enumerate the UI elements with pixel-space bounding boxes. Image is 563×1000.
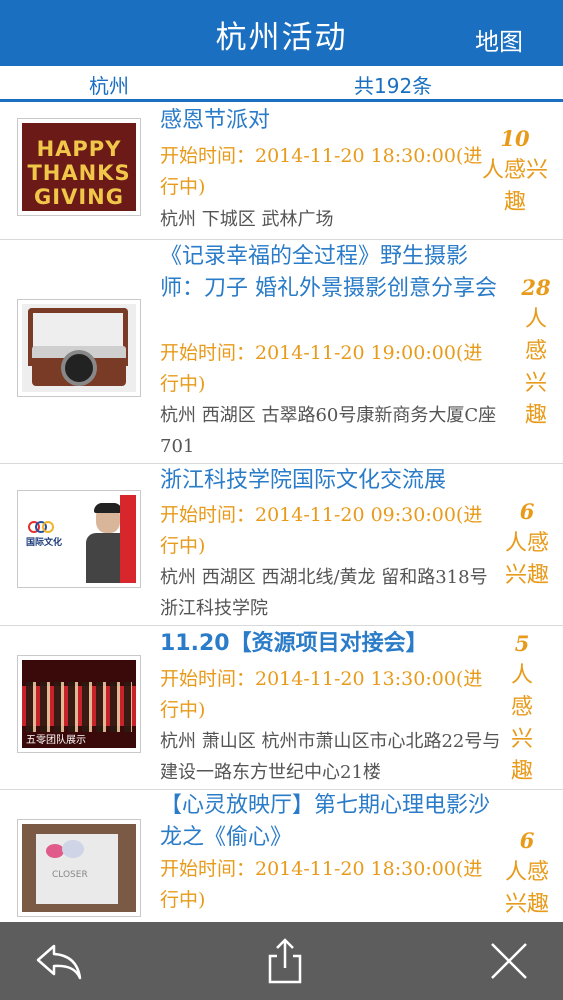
interest-number: 6 [519, 499, 535, 524]
event-thumbnail: CLOSER [17, 819, 141, 917]
interest-label: 人感兴趣 [510, 663, 533, 784]
thumb-caption: CLOSER [52, 870, 88, 880]
interest-number: 10 [500, 126, 530, 151]
list-item[interactable]: HAPPY THANKS GIVING 感恩节派对 开始时间：2014-11-2… [0, 103, 563, 240]
header-bar: 杭州活动 地图 [0, 0, 563, 66]
lens-icon [61, 350, 97, 386]
event-time: 开始时间：2014-11-20 19:00:00(进行中) [160, 342, 483, 395]
event-thumbnail: HAPPY THANKS GIVING [17, 118, 141, 216]
event-title[interactable]: 【心灵放映厅】第七期心理电影沙龙之《偷心》 [160, 790, 505, 854]
interest-count: 5 人感兴趣 [505, 628, 539, 788]
share-icon[interactable] [260, 936, 310, 986]
list-item[interactable]: 五零团队展示 11.20【资源项目对接会】 开始时间：2014-11-20 13… [0, 626, 563, 790]
list-item[interactable]: CLOSER 【心灵放映厅】第七期心理电影沙龙之《偷心》 开始时间：2014-1… [0, 790, 563, 922]
event-time: 开始时间：2014-11-20 18:30:00(进行中) [160, 145, 483, 198]
interest-label: 人感兴趣 [481, 158, 548, 215]
interest-count: 6 人感兴趣 [499, 496, 555, 592]
event-time: 开始时间：2014-11-20 09:30:00(进行中) [160, 504, 483, 557]
thumb-text-line: GIVING [34, 185, 124, 209]
back-arrow-icon[interactable] [34, 936, 84, 986]
thumb-text-line: HAPPY [36, 137, 122, 161]
camera-image [22, 304, 136, 392]
event-thumbnail: 五零团队展示 [17, 655, 141, 753]
list-item[interactable]: 国际文化 浙江科技学院国际文化交流展 开始时间：2014-11-20 09:30… [0, 464, 563, 626]
interest-count: 28 人感兴趣 [519, 272, 553, 432]
list-item[interactable]: 《记录幸福的全过程》野生摄影师：刀子 婚礼外景摄影创意分享会 开始时间：2014… [0, 240, 563, 464]
thanksgiving-image: HAPPY THANKS GIVING [22, 123, 136, 211]
event-title[interactable]: 浙江科技学院国际文化交流展 [160, 465, 505, 497]
stage-image: 五零团队展示 [22, 660, 136, 748]
interest-number: 28 [521, 275, 551, 300]
thumb-caption: 国际文化 [26, 538, 63, 548]
event-thumbnail: 国际文化 [17, 490, 141, 588]
city-selector[interactable]: 杭州 [89, 70, 129, 99]
event-title[interactable]: 11.20【资源项目对接会】 [160, 628, 505, 660]
event-time: 开始时间：2014-11-20 13:30:00(进行中) [160, 668, 483, 721]
thumb-text-line: THANKS [27, 161, 131, 185]
interest-count: 6 人感兴趣 [499, 825, 555, 921]
interest-label: 人感兴趣 [504, 860, 549, 917]
filter-bar: 杭州 共192条 [0, 66, 563, 102]
event-title[interactable]: 感恩节派对 [160, 105, 505, 137]
interest-label: 人感兴趣 [504, 531, 549, 588]
event-list: HAPPY THANKS GIVING 感恩节派对 开始时间：2014-11-2… [0, 103, 563, 922]
event-address: 杭州 西湖区 古翠路60号康新商务大厦C座701 [160, 405, 497, 457]
event-address: 杭州 西湖区 西湖北线/黄龙 留和路318号浙江科技学院 [160, 567, 488, 619]
event-address: 杭州 萧山区 杭州市萧山区市心北路22号与建设一路东方世纪中心21楼 [160, 731, 501, 783]
interest-label: 人感兴趣 [524, 307, 547, 428]
bottom-toolbar [0, 922, 563, 1000]
event-thumbnail [17, 299, 141, 397]
interest-count: 10 人感兴趣 [475, 123, 555, 219]
event-time: 开始时间：2014-11-20 18:30:00(进行中) [160, 858, 483, 911]
result-count: 共192条 [354, 74, 433, 98]
map-button[interactable]: 地图 [475, 22, 523, 57]
close-icon[interactable] [484, 936, 534, 986]
movie-poster-image: CLOSER [22, 824, 136, 912]
portrait-image: 国际文化 [22, 495, 136, 583]
event-address: 杭州 下城区 武林广场 [160, 209, 334, 230]
interest-number: 6 [519, 828, 535, 853]
thumb-caption: 五零团队展示 [26, 735, 86, 746]
interest-number: 5 [514, 631, 530, 656]
event-title[interactable]: 《记录幸福的全过程》野生摄影师：刀子 婚礼外景摄影创意分享会 [160, 241, 505, 305]
